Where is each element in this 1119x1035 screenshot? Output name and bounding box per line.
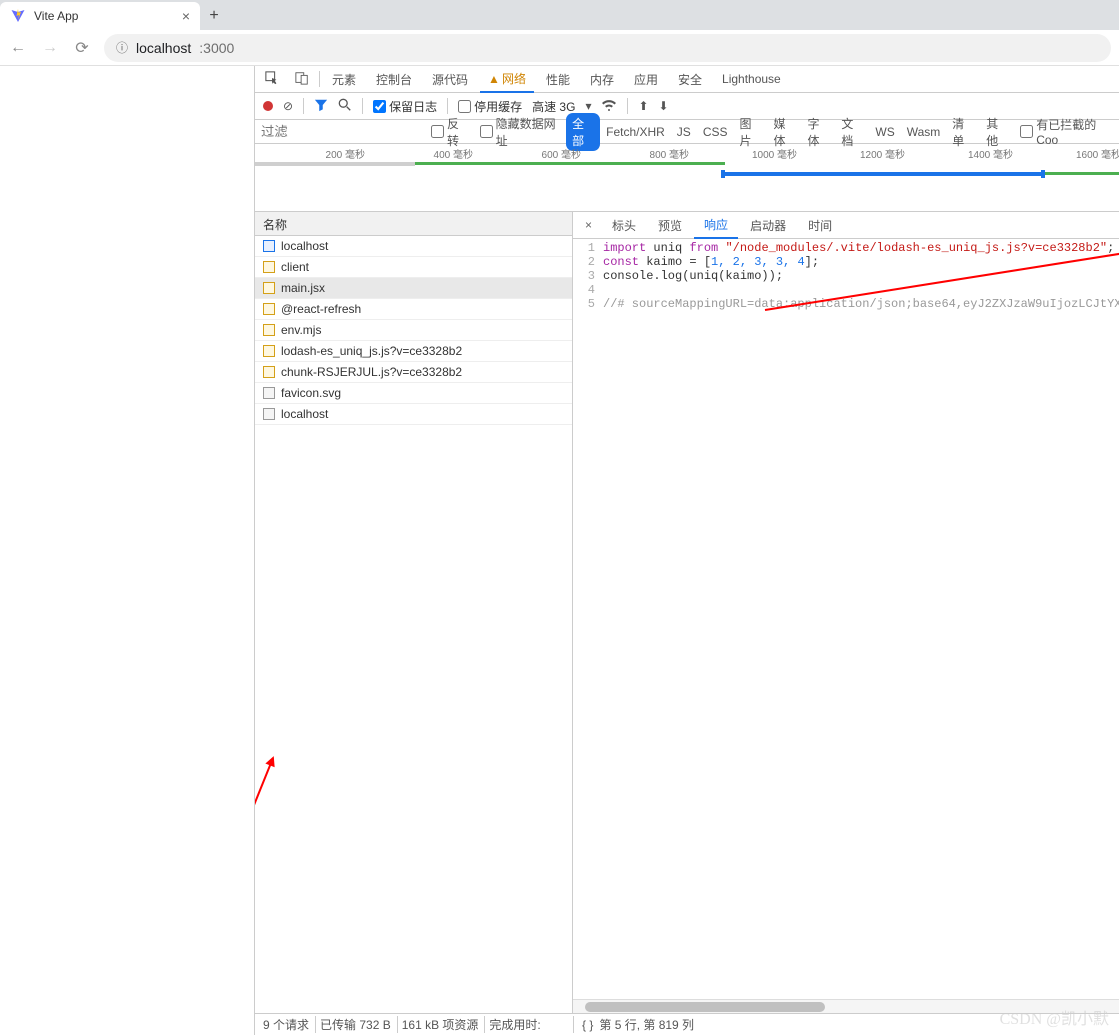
tab-title: Vite App — [34, 9, 174, 23]
tab-elements[interactable]: 元素 — [324, 67, 364, 92]
cursor-position: 第 5 行, 第 819 列 — [599, 1016, 694, 1033]
throttle-select[interactable]: 高速 3G — [532, 98, 575, 115]
devtools-panel: 元素 控制台 源代码 ▲网络 性能 内存 应用 安全 Lighthouse ⊘ … — [254, 66, 1119, 1035]
request-item[interactable]: main.jsx — [255, 278, 572, 299]
detail-tab-preview[interactable]: 预览 — [648, 213, 692, 238]
watermark: CSDN @凯小默 — [1000, 1005, 1109, 1029]
close-detail-icon[interactable]: × — [577, 214, 600, 236]
reload-button[interactable]: ⟳ — [72, 38, 92, 58]
request-item[interactable]: chunk-RSJERJUL.js?v=ce3328b2 — [255, 362, 572, 383]
js-icon — [263, 345, 275, 357]
site-info-icon[interactable]: ⓘ — [116, 39, 128, 56]
request-item[interactable]: localhost — [255, 404, 572, 425]
filter-wasm[interactable]: Wasm — [901, 123, 947, 141]
file-icon — [263, 408, 275, 420]
new-tab-button[interactable]: + — [200, 2, 228, 30]
address-input[interactable]: ⓘ localhost :3000 — [104, 34, 1111, 62]
tab-console[interactable]: 控制台 — [368, 67, 420, 92]
devtools-tabs: 元素 控制台 源代码 ▲网络 性能 内存 应用 安全 Lighthouse — [255, 66, 1119, 93]
warning-icon: ▲ — [488, 72, 500, 86]
tab-memory[interactable]: 内存 — [582, 67, 622, 92]
request-item[interactable]: client — [255, 257, 572, 278]
detail-tab-initiator[interactable]: 启动器 — [740, 213, 796, 238]
tab-security[interactable]: 安全 — [670, 67, 710, 92]
network-timeline[interactable]: 200 毫秒 400 毫秒 600 毫秒 800 毫秒 1000 毫秒 1200… — [255, 144, 1119, 212]
blocked-cookies-checkbox[interactable]: 有已拦截的 Coo — [1014, 116, 1119, 147]
detail-tab-headers[interactable]: 标头 — [602, 213, 646, 238]
preserve-log-checkbox[interactable]: 保留日志 — [373, 98, 437, 115]
main-split: 名称 localhost client main.jsx @react-refr… — [255, 212, 1119, 1013]
address-bar: ← → ⟳ ⓘ localhost :3000 — [0, 30, 1119, 66]
doc-icon — [263, 240, 275, 252]
js-icon — [263, 261, 275, 273]
detail-tabs: × 标头 预览 响应 启动器 时间 — [573, 212, 1119, 239]
detail-tab-response[interactable]: 响应 — [694, 212, 738, 239]
filter-ws[interactable]: WS — [869, 123, 900, 141]
wifi-icon[interactable] — [601, 99, 617, 114]
upload-icon[interactable]: ⬆ — [638, 99, 648, 113]
search-icon[interactable] — [338, 98, 352, 115]
request-panel: 名称 localhost client main.jsx @react-refr… — [255, 212, 573, 1013]
js-icon — [263, 303, 275, 315]
filter-toggle-icon[interactable] — [314, 98, 328, 115]
request-item[interactable]: @react-refresh — [255, 299, 572, 320]
response-code[interactable]: 1import uniq from "/node_modules/.vite/l… — [573, 239, 1119, 999]
request-item[interactable]: lodash-es_uniq_js.js?v=ce3328b2 — [255, 341, 572, 362]
filter-css[interactable]: CSS — [697, 123, 734, 141]
filter-fetch[interactable]: Fetch/XHR — [600, 123, 671, 141]
filter-row: 反转 隐藏数据网址 全部 Fetch/XHR JS CSS 图片 媒体 字体 文… — [255, 120, 1119, 144]
browser-tab-bar: Vite App × + — [0, 0, 1119, 30]
status-requests: 9 个请求 — [263, 1016, 316, 1033]
request-list: localhost client main.jsx @react-refresh… — [255, 236, 572, 1013]
device-icon[interactable] — [289, 67, 315, 92]
url-port: :3000 — [199, 40, 234, 56]
browser-tab[interactable]: Vite App × — [0, 2, 200, 30]
js-icon — [263, 282, 275, 294]
back-button[interactable]: ← — [8, 39, 28, 57]
record-button[interactable] — [263, 101, 273, 111]
status-bar: 9 个请求 已传输 732 B 161 kB 项资源 完成用时: { } 第 5… — [255, 1013, 1119, 1035]
tab-close-icon[interactable]: × — [182, 8, 190, 24]
filter-js[interactable]: JS — [671, 123, 697, 141]
tab-application[interactable]: 应用 — [626, 67, 666, 92]
clear-button[interactable]: ⊘ — [283, 99, 293, 113]
request-header-name[interactable]: 名称 — [255, 212, 572, 236]
request-item[interactable]: env.mjs — [255, 320, 572, 341]
detail-panel: × 标头 预览 响应 启动器 时间 1import uniq from "/no… — [573, 212, 1119, 1013]
disable-cache-checkbox[interactable]: 停用缓存 — [458, 98, 522, 115]
throttle-chevron-icon[interactable]: ▾ — [585, 99, 591, 113]
request-item[interactable]: localhost — [255, 236, 572, 257]
inspect-icon[interactable] — [259, 67, 285, 92]
detail-tab-timing[interactable]: 时间 — [798, 213, 842, 238]
tab-network[interactable]: ▲网络 — [480, 66, 534, 93]
status-transferred: 已传输 732 B — [320, 1016, 398, 1033]
request-item[interactable]: favicon.svg — [255, 383, 572, 404]
filter-input[interactable] — [255, 122, 425, 141]
download-icon[interactable]: ⬇ — [659, 99, 669, 113]
vite-icon — [10, 8, 26, 24]
url-host: localhost — [136, 40, 191, 56]
js-icon — [263, 366, 275, 378]
forward-button[interactable]: → — [40, 39, 60, 57]
tab-sources[interactable]: 源代码 — [424, 67, 476, 92]
status-finish: 完成用时: — [489, 1016, 546, 1033]
tab-lighthouse[interactable]: Lighthouse — [714, 68, 789, 90]
status-resources: 161 kB 项资源 — [402, 1016, 486, 1033]
tab-performance[interactable]: 性能 — [538, 67, 578, 92]
file-icon — [263, 387, 275, 399]
format-icon[interactable]: { } — [582, 1018, 593, 1032]
js-icon — [263, 324, 275, 336]
